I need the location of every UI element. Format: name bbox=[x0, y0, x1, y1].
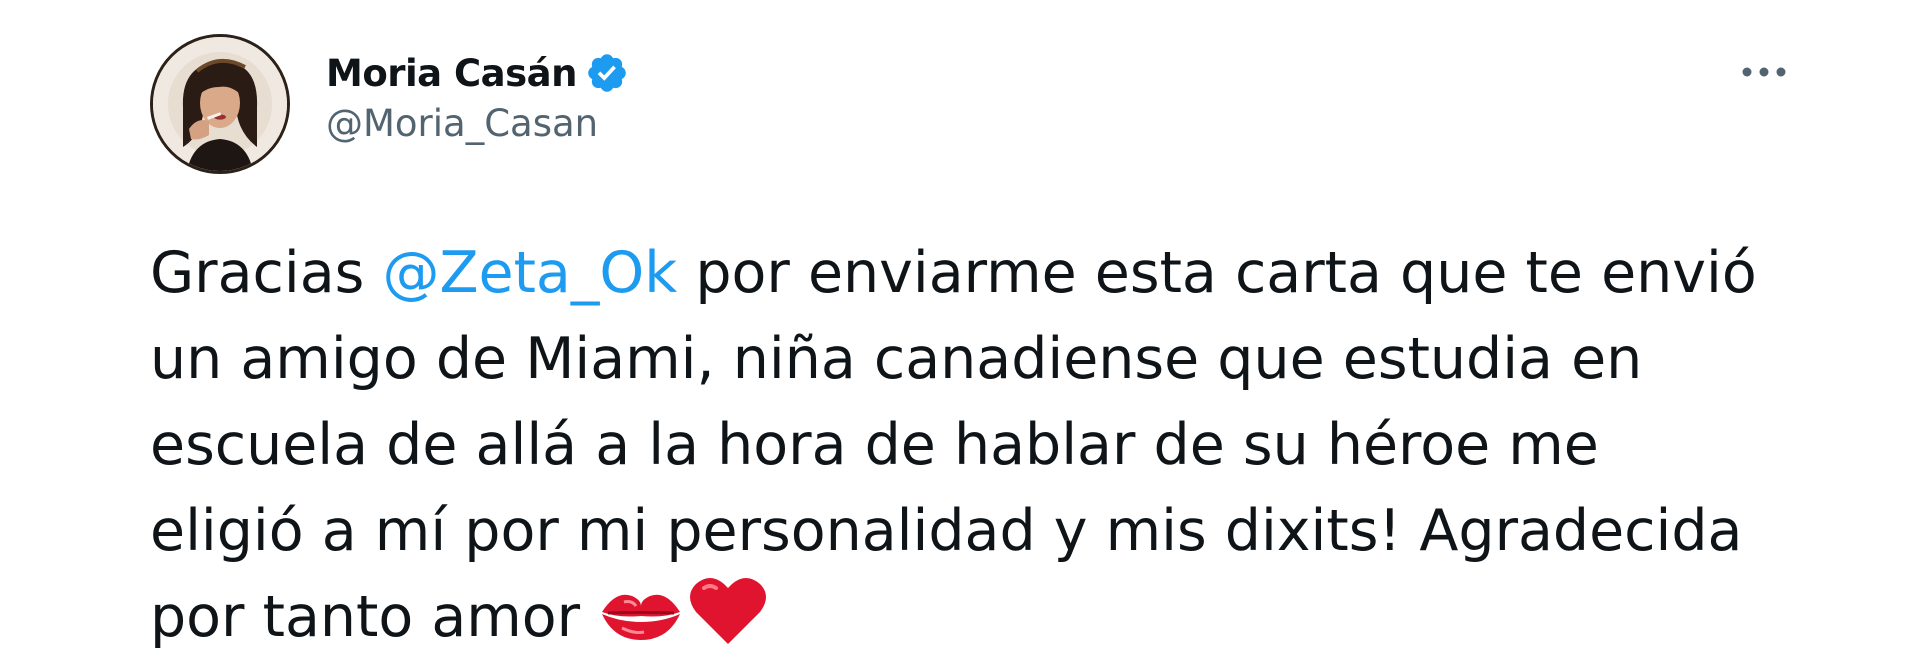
verified-badge-icon bbox=[585, 51, 629, 95]
mention-link[interactable]: @Zeta_Ok bbox=[382, 240, 677, 306]
tweet-text: Gracias @Zeta_Ok por enviarme esta carta… bbox=[150, 230, 1810, 670]
tweet-line-3: escuela de allá a la hora de hablar de s… bbox=[150, 412, 1599, 478]
user-handle[interactable]: @Moria_Casan bbox=[326, 102, 629, 145]
more-horizontal-icon bbox=[1742, 67, 1786, 77]
red-heart-icon bbox=[688, 574, 768, 670]
tweet-line-5: por tanto amor bbox=[150, 574, 1810, 670]
name-row: Moria Casán bbox=[326, 48, 629, 98]
profile-photo-icon bbox=[153, 37, 287, 171]
kiss-mark-icon bbox=[598, 582, 684, 670]
display-name[interactable]: Moria Casán bbox=[326, 52, 577, 95]
tweet-line-1: Gracias @Zeta_Ok por enviarme esta carta… bbox=[150, 230, 1810, 316]
tweet-text-segment: por enviarme esta carta que te envió bbox=[677, 240, 1757, 306]
avatar[interactable] bbox=[150, 34, 290, 174]
tweet-line-2: un amigo de Miami, niña canadiense que e… bbox=[150, 326, 1643, 392]
tweet-text-segment: Gracias bbox=[150, 240, 383, 306]
tweet-line-4: eligió a mí por mi personalidad y mis di… bbox=[150, 498, 1743, 564]
user-info: Moria Casán @Moria_Casan bbox=[326, 48, 629, 145]
tweet-text-segment: por tanto amor bbox=[150, 584, 581, 650]
tweet-card: Moria Casán @Moria_Casan Gracias @Zeta_O… bbox=[0, 0, 1920, 664]
more-options-button[interactable] bbox=[1734, 52, 1794, 92]
